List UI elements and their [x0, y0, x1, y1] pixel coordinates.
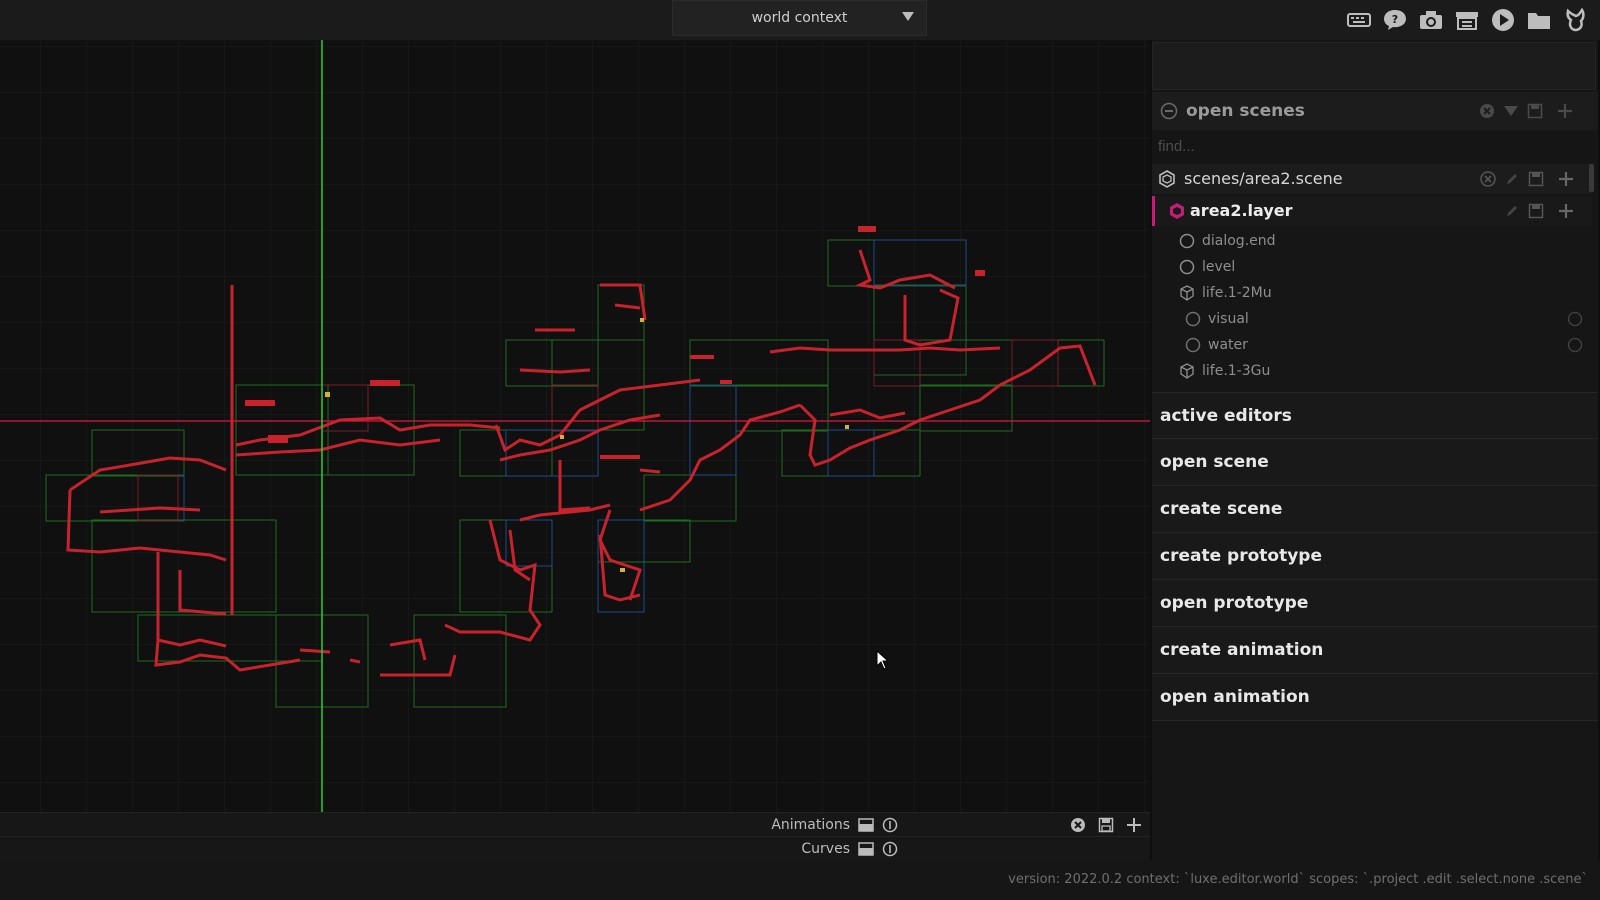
circle-icon [1178, 258, 1196, 276]
tree-item[interactable]: level [1178, 255, 1235, 279]
tree-item[interactable]: life.1-3Gu [1178, 359, 1270, 383]
logo-icon[interactable] [1560, 6, 1590, 34]
circle-icon [1184, 336, 1202, 354]
info-icon[interactable] [882, 817, 898, 833]
add-icon[interactable] [1556, 102, 1574, 120]
menu-item-open-scene[interactable]: open scene [1152, 439, 1598, 486]
menu-item-create-animation[interactable]: create animation [1152, 627, 1598, 674]
close-icon[interactable] [1478, 102, 1496, 120]
tree-item[interactable]: visual [1184, 307, 1249, 331]
inspector-area [1152, 42, 1596, 90]
add-icon[interactable] [1126, 817, 1142, 833]
toolbar: ? [1344, 6, 1590, 34]
circle-icon [1184, 310, 1202, 328]
edit-icon[interactable] [1503, 170, 1521, 188]
layer-row[interactable]: area2.layer [1152, 196, 1592, 226]
save-icon[interactable] [1526, 102, 1544, 120]
tree-item-label: life.1-3Gu [1202, 363, 1271, 379]
tree-scrollbar[interactable] [1589, 164, 1594, 192]
tree-item-label: visual [1208, 311, 1249, 327]
menu-item-create-prototype[interactable]: create prototype [1152, 533, 1598, 580]
help-icon[interactable]: ? [1380, 6, 1410, 34]
add-icon[interactable] [1557, 202, 1575, 220]
folder-icon[interactable] [1524, 6, 1554, 34]
world-viewport[interactable] [0, 40, 1150, 812]
open-scenes-header[interactable]: open scenes [1152, 92, 1598, 130]
action-menu: active editors open scene create scene c… [1152, 392, 1598, 721]
tree-item-label: level [1202, 259, 1236, 275]
curves-panel: Curves [0, 836, 1150, 860]
top-bar: world context ? [0, 0, 1600, 40]
scene-icon [1158, 170, 1176, 188]
menu-item-open-prototype[interactable]: open prototype [1152, 580, 1598, 627]
visibility-toggle-icon[interactable] [1566, 310, 1584, 328]
dock-icon[interactable] [858, 841, 874, 857]
save-icon[interactable] [1527, 170, 1545, 188]
open-scenes-title: open scenes [1186, 101, 1305, 121]
tree-item[interactable]: dialog.end [1178, 229, 1276, 253]
close-icon[interactable] [1070, 817, 1086, 833]
close-icon[interactable] [1479, 170, 1497, 188]
tree-item-label: life.1-2Mu [1202, 285, 1272, 301]
scene-name: scenes/area2.scene [1184, 169, 1343, 188]
animations-label: Animations [771, 816, 850, 833]
tree-item-label: dialog.end [1202, 233, 1276, 249]
visibility-toggle-icon[interactable] [1566, 336, 1584, 354]
edit-icon[interactable] [1503, 202, 1521, 220]
scene-row[interactable]: scenes/area2.scene [1152, 164, 1592, 194]
add-icon[interactable] [1557, 170, 1575, 188]
status-bar: version: 2022.0.2 context: `luxe.editor.… [0, 860, 1600, 900]
filter-icon[interactable] [1502, 102, 1520, 120]
build-icon[interactable] [1452, 6, 1482, 34]
menu-item-create-scene[interactable]: create scene [1152, 486, 1598, 533]
cube-icon [1178, 284, 1196, 302]
dock-icon[interactable] [858, 817, 874, 833]
layer-icon [1168, 202, 1186, 220]
menu-item-open-animation[interactable]: open animation [1152, 674, 1598, 721]
right-panel: open scenes scenes/area2.scene [1152, 40, 1598, 860]
collapse-icon[interactable] [1160, 102, 1178, 120]
camera-icon[interactable] [1416, 6, 1446, 34]
animations-panel: Animations [0, 812, 1150, 836]
menu-item-active-editors[interactable]: active editors [1152, 392, 1598, 439]
tree-item-label: water [1208, 337, 1248, 353]
find-input[interactable] [1154, 132, 1594, 160]
tree-item[interactable]: life.1-2Mu [1178, 281, 1272, 305]
chevron-down-icon[interactable] [902, 12, 914, 21]
svg-text:?: ? [1392, 13, 1398, 26]
context-dropdown[interactable]: world context [672, 0, 927, 36]
cube-icon [1178, 362, 1196, 380]
info-icon[interactable] [882, 841, 898, 857]
tree-item[interactable]: water [1184, 333, 1248, 357]
keyboard-icon[interactable] [1344, 6, 1374, 34]
level-map [0, 40, 1150, 812]
context-label: world context [751, 10, 848, 26]
layer-name: area2.layer [1190, 201, 1293, 220]
save-icon[interactable] [1527, 202, 1545, 220]
mouse-cursor-icon [876, 650, 890, 670]
play-icon[interactable] [1488, 6, 1518, 34]
circle-icon [1178, 232, 1196, 250]
curves-label: Curves [801, 840, 850, 857]
save-icon[interactable] [1098, 817, 1114, 833]
